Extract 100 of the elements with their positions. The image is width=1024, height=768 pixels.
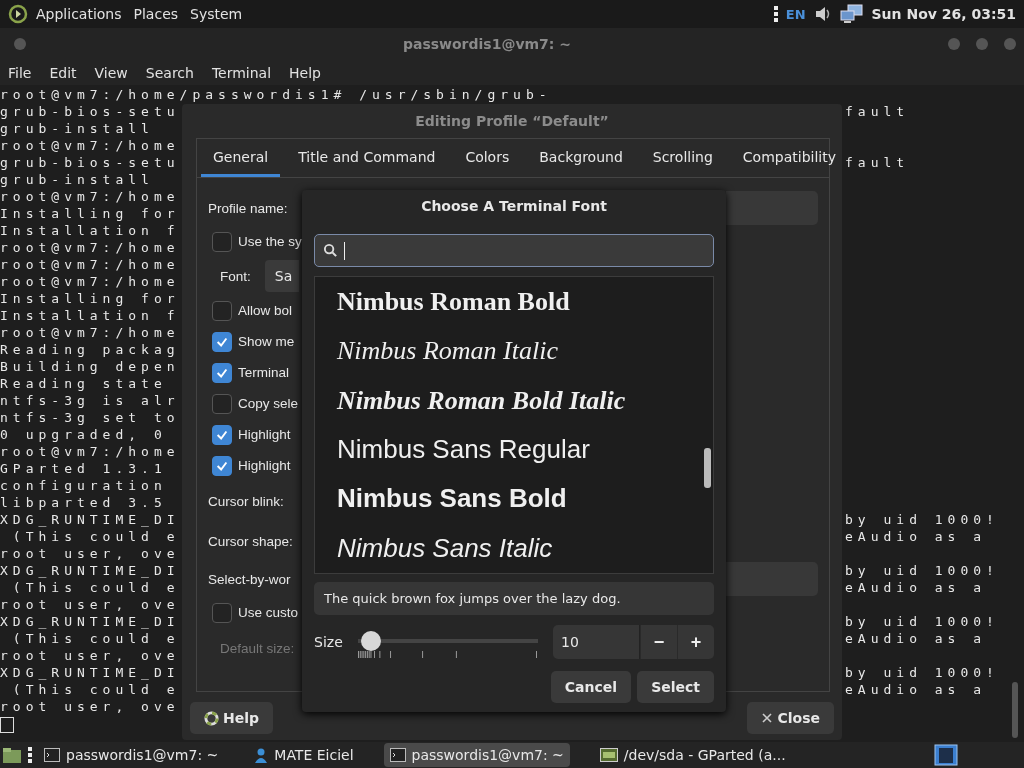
menu-item[interactable]: Search	[145, 64, 194, 81]
terminal-line: by uid 1000!	[845, 613, 1000, 630]
taskbar-button[interactable]: MATE Eiciel	[248, 743, 360, 767]
clock[interactable]: Sun Nov 26, 03:51	[871, 6, 1016, 22]
font-list-item[interactable]: Nimbus Sans Bold	[337, 483, 567, 514]
terminal-line: grub-bios-setu	[0, 103, 181, 120]
terminal-line: eAudio as a	[845, 579, 988, 596]
tab[interactable]: Title and Command	[286, 139, 448, 177]
panel-menu[interactable]: Applications	[36, 6, 122, 22]
terminal-line: by uid 1000!	[845, 511, 1000, 528]
checkbox-label: Allow bol	[238, 303, 293, 318]
terminal-line: Installing for	[0, 290, 181, 307]
terminal-line: XDG_RUNTIME_DI	[0, 613, 181, 630]
tab[interactable]: General	[201, 139, 281, 177]
workspace-icon[interactable]	[934, 744, 958, 766]
checkbox[interactable]	[212, 393, 232, 414]
tab[interactable]: Compatibility	[730, 139, 848, 177]
field-label: Font:	[220, 268, 251, 284]
terminal-line: configuration	[0, 477, 168, 494]
menu-item[interactable]: View	[94, 64, 128, 81]
terminal-line: Installation f	[0, 222, 181, 239]
terminal-line: Installation f	[0, 307, 181, 324]
close-button[interactable]: Close	[747, 702, 834, 734]
terminal-line: XDG_RUNTIME_DI	[0, 562, 181, 579]
terminal-line: root@vm7:/home	[0, 188, 181, 205]
handle-icon[interactable]	[773, 5, 778, 23]
terminal-line: eAudio as a	[845, 681, 988, 698]
checkbox[interactable]	[212, 231, 232, 252]
scrollbar[interactable]	[704, 448, 711, 488]
text-cursor	[0, 717, 14, 733]
size-input-field[interactable]: 10	[553, 625, 640, 659]
field-label: Cursor shape:	[208, 533, 293, 549]
tab[interactable]: Scrolling	[640, 139, 725, 177]
decrease-button[interactable]: −	[640, 625, 677, 659]
font-list-item[interactable]: Nimbus Sans Italic	[337, 532, 553, 563]
panel-menu[interactable]: System	[190, 6, 243, 22]
font-list-item[interactable]: Nimbus Sans Regular	[337, 434, 590, 465]
scrollbar[interactable]	[1012, 682, 1018, 738]
input-field[interactable]	[726, 562, 818, 596]
font-list-item[interactable]: Nimbus Roman Bold Italic	[337, 385, 626, 415]
speaker-icon[interactable]	[813, 5, 832, 23]
preview-field[interactable]: The quick brown fox jumps over the lazy dog.	[314, 582, 714, 615]
checkbox[interactable]	[212, 602, 232, 623]
terminal-line: XDG_RUNTIME_DI	[0, 664, 181, 681]
checkbox[interactable]	[212, 331, 232, 352]
help-button[interactable]: Help	[190, 702, 274, 734]
terminal-line: by uid 1000!	[845, 562, 1000, 579]
increase-button[interactable]: +	[677, 625, 714, 659]
checkbox-label: Terminal	[238, 365, 289, 380]
menu-item[interactable]: Terminal	[211, 64, 272, 81]
keyboard-layout[interactable]: EN	[785, 6, 806, 22]
size-label: Size	[314, 634, 344, 650]
terminal-line: grub-install	[0, 171, 155, 188]
menu-item[interactable]: Edit	[49, 64, 77, 81]
slider-thumb[interactable]	[361, 631, 381, 651]
person-icon	[254, 747, 269, 763]
terminal-line: libparted 3.5	[0, 494, 168, 511]
checkbox-label: Use the sy	[238, 234, 302, 249]
taskbar-button[interactable]: passwordis1@vm7: ~	[383, 743, 570, 767]
terminal-line: Reading state	[0, 375, 168, 392]
mate-logo-icon[interactable]	[8, 4, 28, 24]
terminal-line: ntfs-3g is alr	[0, 392, 181, 409]
lifebuoy-icon	[204, 710, 219, 726]
close-icon	[761, 712, 774, 724]
terminal-line: root@vm7:/home	[0, 273, 181, 290]
field-label: Default size:	[219, 640, 295, 656]
terminal-line: eAudio as a	[845, 528, 988, 545]
search-field[interactable]	[314, 234, 714, 267]
checkbox[interactable]	[212, 455, 232, 476]
terminal-icon	[389, 748, 406, 762]
field-label: Profile name:	[208, 200, 288, 216]
tab[interactable]: Colors	[453, 139, 522, 177]
menu-item[interactable]: Help	[289, 64, 321, 81]
checkbox[interactable]	[212, 362, 232, 383]
terminal-line: 0 upgraded, 0	[0, 426, 168, 443]
terminal-line: ntfs-3g set to	[0, 409, 181, 426]
show-desktop-icon[interactable]	[2, 746, 22, 764]
panel-menu[interactable]: Places	[133, 6, 179, 22]
font-list-item[interactable]: Nimbus Roman Bold	[337, 287, 570, 317]
handle-icon[interactable]	[28, 746, 32, 764]
input-field[interactable]	[726, 191, 818, 225]
checkbox-label: Show me	[238, 334, 295, 349]
terminal-line: GParted 1.3.1	[0, 460, 168, 477]
tab[interactable]: Background	[527, 139, 635, 177]
network-icon[interactable]	[839, 4, 864, 24]
checkbox[interactable]	[212, 424, 232, 445]
select-button[interactable]: Select	[637, 671, 714, 703]
taskbar-button[interactable]: passwordis1@vm7: ~	[38, 743, 225, 767]
terminal-line: root user, ove	[0, 698, 181, 715]
taskbar-button[interactable]: /dev/sda - GParted (a...	[593, 743, 792, 767]
menu-item[interactable]: File	[8, 64, 32, 81]
field-label: Cursor blink:	[208, 493, 284, 509]
checkbox[interactable]	[212, 300, 232, 321]
terminal-line: XDG_RUNTIME_DI	[0, 511, 181, 528]
terminal-line: (This could e	[11, 579, 181, 596]
cancel-button[interactable]: Cancel	[550, 671, 632, 703]
terminal-line: root@vm7:/home	[0, 443, 181, 460]
terminal-line: Building depen	[0, 358, 181, 375]
font-list-item[interactable]: Nimbus Roman Italic	[337, 336, 558, 366]
font-button[interactable]: Sa	[264, 260, 299, 292]
